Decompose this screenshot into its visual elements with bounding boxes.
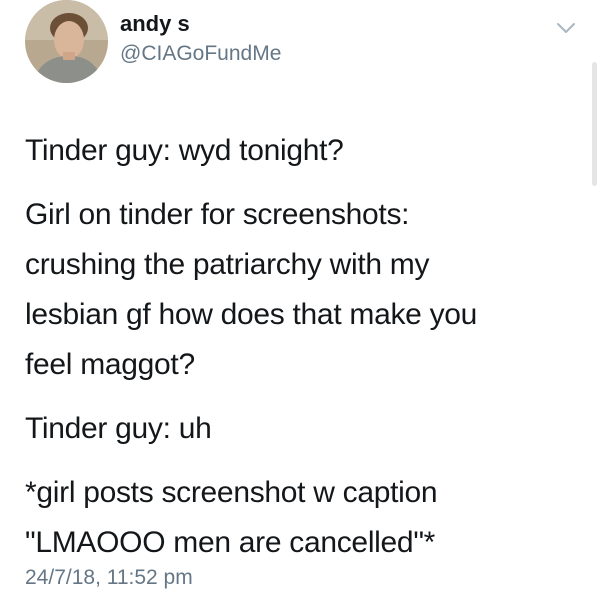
avatar-image <box>25 0 108 83</box>
scrollbar[interactable] <box>592 62 597 186</box>
tweet-paragraph: Girl on tinder for screenshots: crushing… <box>25 198 478 381</box>
tweet-paragraph: Tinder guy: wyd tonight? <box>25 134 344 167</box>
chevron-down-icon[interactable] <box>556 21 576 35</box>
tweet-paragraph: *girl posts screenshot w caption "LMAOOO… <box>25 476 438 559</box>
author-display-name[interactable]: andy s <box>120 11 190 37</box>
author-handle[interactable]: @CIAGoFundMe <box>120 42 281 66</box>
tweet-card: andy s @CIAGoFundMe Tinder guy: wyd toni… <box>0 0 600 600</box>
avatar[interactable] <box>25 0 108 83</box>
tweet-text: Tinder guy: wyd tonight? Girl on tinder … <box>25 126 580 582</box>
tweet-paragraph: Tinder guy: uh <box>25 412 212 445</box>
tweet-timestamp[interactable]: 24/7/18, 11:52 pm <box>25 566 193 590</box>
